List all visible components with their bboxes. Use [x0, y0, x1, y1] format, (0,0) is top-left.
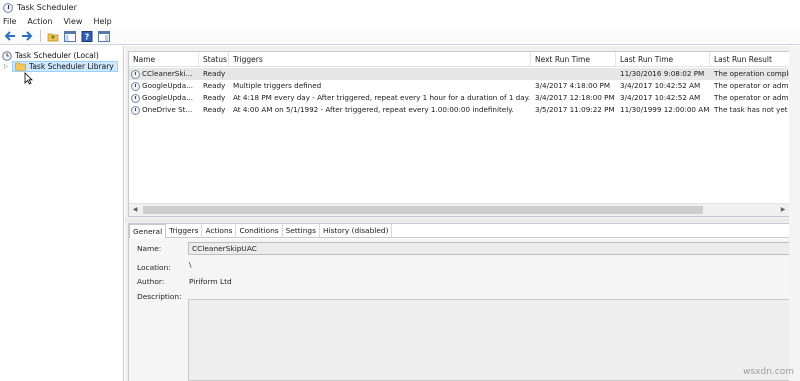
task-name: GoogleUpda...: [142, 81, 193, 90]
column-header-next-run-time[interactable]: Next Run Time: [531, 52, 616, 67]
task-last-run: 11/30/1999 12:00:00 AM: [620, 105, 710, 114]
task-triggers: Multiple triggers defined: [233, 81, 322, 90]
general-tab-panel: Name: CCleanerSkipUAC Location: \ Author…: [129, 239, 792, 381]
forward-arrow-icon[interactable]: [19, 29, 34, 43]
vertical-scrollbar[interactable]: [789, 46, 800, 381]
console-tree-icon[interactable]: [62, 29, 77, 43]
task-icon: [131, 105, 140, 115]
description-field[interactable]: [188, 299, 790, 381]
menu-view[interactable]: View: [63, 17, 82, 26]
scroll-right-arrow-icon[interactable]: ▶: [777, 204, 789, 216]
scroll-left-arrow-icon[interactable]: ◀: [129, 204, 141, 216]
title-bar: Task Scheduler: [0, 0, 800, 15]
tree-item-task-scheduler-local[interactable]: Task Scheduler (Local): [2, 50, 99, 61]
main-pane: Name Status Triggers Next Run Time Last …: [125, 46, 800, 381]
task-scheduler-icon: [3, 2, 13, 13]
column-header-last-run-time[interactable]: Last Run Time: [616, 52, 710, 67]
watermark: wsxdn.com: [743, 367, 794, 377]
column-header-status[interactable]: Status: [199, 52, 229, 67]
horizontal-scrollbar[interactable]: ◀ ▶: [129, 203, 790, 216]
tab-triggers[interactable]: Triggers: [166, 224, 203, 238]
column-header-name[interactable]: Name: [129, 52, 199, 67]
details-tabs: General Triggers Actions Conditions Sett…: [129, 224, 792, 239]
name-label: Name:: [137, 244, 162, 253]
tab-conditions[interactable]: Conditions: [236, 224, 283, 238]
toolbar: ?: [0, 28, 800, 45]
scrollbar-thumb[interactable]: [143, 206, 703, 214]
task-next-run: 3/4/2017 12:18:00 PM: [535, 93, 615, 102]
tab-general[interactable]: General: [129, 224, 167, 239]
console-tree: Task Scheduler (Local) ▷ Task Scheduler …: [0, 46, 124, 381]
location-value: \: [189, 260, 192, 269]
tab-history[interactable]: History (disabled): [320, 224, 393, 238]
window-title: Task Scheduler: [17, 3, 77, 12]
task-last-run: 11/30/2016 9:08:02 PM: [620, 69, 705, 78]
menu-action[interactable]: Action: [27, 17, 52, 26]
task-status: Ready: [203, 93, 226, 102]
author-label: Author:: [137, 277, 165, 286]
task-list-header: Name Status Triggers Next Run Time Last …: [129, 52, 790, 67]
task-icon: [131, 81, 140, 91]
panel-icon[interactable]: [96, 29, 111, 43]
table-row[interactable]: CCleanerSki... Ready 11/30/2016 9:08:02 …: [129, 68, 791, 80]
column-header-triggers[interactable]: Triggers: [229, 52, 531, 67]
task-name: OneDrive St...: [142, 105, 193, 114]
task-icon: [131, 93, 140, 103]
author-value: Piriform Ltd: [189, 277, 232, 286]
task-status: Ready: [203, 69, 226, 78]
folder-icon: [15, 62, 26, 71]
task-next-run: 3/5/2017 11:09:22 PM: [535, 105, 615, 114]
task-name: CCleanerSki...: [142, 69, 193, 78]
task-status: Ready: [203, 81, 226, 90]
svg-text:?: ?: [84, 32, 89, 41]
task-last-result: The task has not yet ru: [714, 105, 791, 114]
tree-item-task-scheduler-library[interactable]: ▷ Task Scheduler Library: [4, 61, 124, 72]
task-triggers: [229, 68, 531, 80]
task-next-run: 3/4/2017 4:18:00 PM: [535, 81, 611, 90]
toolbar-separator: [40, 30, 41, 42]
tree-item-label: Task Scheduler Library: [29, 62, 114, 71]
task-last-result: The operator or admir: [714, 93, 791, 102]
column-header-last-run-result[interactable]: Last Run Result: [710, 52, 790, 67]
task-last-result: The operation comple: [714, 69, 791, 78]
folder-up-icon[interactable]: [45, 29, 60, 43]
table-row[interactable]: GoogleUpda... Ready Multiple triggers de…: [129, 80, 791, 92]
pane-splitter[interactable]: [125, 219, 800, 222]
tab-actions[interactable]: Actions: [202, 224, 237, 238]
task-last-run: 3/4/2017 10:42:52 AM: [620, 81, 701, 90]
tab-settings[interactable]: Settings: [283, 224, 320, 238]
task-triggers: At 4:18 PM every day - After triggered, …: [233, 93, 531, 102]
clock-icon: [2, 50, 12, 61]
menu-help[interactable]: Help: [93, 17, 111, 26]
mouse-cursor-icon: [24, 72, 33, 85]
task-triggers: At 4:00 AM on 5/1/1992 - After triggered…: [233, 105, 514, 114]
help-icon[interactable]: ?: [79, 29, 94, 43]
table-row[interactable]: OneDrive St... Ready At 4:00 AM on 5/1/1…: [129, 104, 791, 116]
menu-file[interactable]: File: [3, 17, 16, 26]
task-last-result: The operator or admin: [714, 81, 791, 90]
tree-item-label: Task Scheduler (Local): [15, 51, 99, 60]
task-icon: [131, 69, 140, 79]
expand-arrow-icon[interactable]: ▷: [4, 63, 12, 70]
task-list: Name Status Triggers Next Run Time Last …: [128, 51, 791, 217]
task-next-run: [531, 68, 616, 80]
location-label: Location:: [137, 263, 171, 272]
menu-bar: File Action View Help: [0, 15, 800, 28]
task-status: Ready: [203, 105, 226, 114]
description-label: Description:: [137, 292, 182, 301]
back-arrow-icon[interactable]: [2, 29, 17, 43]
name-field[interactable]: CCleanerSkipUAC: [188, 242, 790, 255]
task-name: GoogleUpda...: [142, 93, 193, 102]
task-details: General Triggers Actions Conditions Sett…: [128, 223, 793, 381]
table-row[interactable]: GoogleUpda... Ready At 4:18 PM every day…: [129, 92, 791, 104]
task-last-run: 3/4/2017 10:42:52 AM: [620, 93, 701, 102]
